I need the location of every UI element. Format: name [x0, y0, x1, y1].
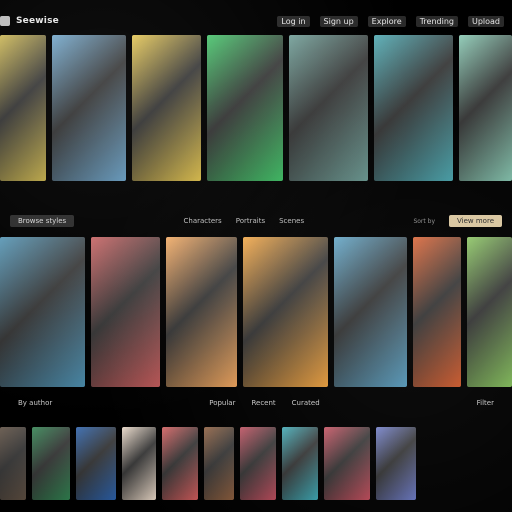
menu-item-login[interactable]: Log in	[277, 15, 310, 27]
menu-item-trending[interactable]: Trending	[415, 15, 458, 27]
gallery-card[interactable]	[374, 35, 454, 181]
gallery-card[interactable]	[51, 35, 126, 181]
tab-popular[interactable]: Popular	[209, 399, 235, 407]
thumbnail[interactable]	[376, 427, 416, 500]
top-bar: Seewise Log in Sign up Explore Trending …	[0, 0, 512, 34]
top-menu: Log in Sign up Explore Trending Upload	[277, 13, 504, 29]
thumbnail-row	[0, 427, 512, 500]
gallery-card[interactable]	[413, 237, 461, 387]
browse-styles-button[interactable]: Browse styles	[10, 215, 75, 227]
thumbnail[interactable]	[204, 427, 234, 500]
gallery-row-2	[0, 237, 512, 387]
gallery-card[interactable]	[288, 35, 369, 181]
filter-label[interactable]: Filter	[477, 399, 494, 407]
toolbar-band-2: By author Popular Recent Curated Filter	[0, 392, 512, 414]
gallery-card[interactable]	[207, 35, 283, 181]
thumbnail[interactable]	[76, 427, 116, 500]
gallery-card[interactable]	[0, 237, 85, 387]
view-more-button[interactable]: View more	[449, 215, 502, 227]
toolbar-band-1: Browse styles Characters Portraits Scene…	[0, 205, 512, 237]
gallery-row-1	[0, 35, 512, 181]
sort-tabs: Popular Recent Curated	[209, 399, 319, 407]
thumbnail[interactable]	[32, 427, 70, 500]
menu-item-signup[interactable]: Sign up	[319, 15, 358, 27]
gallery-card[interactable]	[131, 35, 202, 181]
gallery-card[interactable]	[90, 237, 161, 387]
menu-item-explore[interactable]: Explore	[367, 15, 406, 27]
thumbnail[interactable]	[324, 427, 370, 500]
gallery-card[interactable]	[459, 35, 512, 181]
category-link[interactable]: Portraits	[236, 217, 265, 225]
menu-item-upload[interactable]: Upload	[467, 15, 504, 27]
author-filter-label[interactable]: By author	[18, 399, 52, 407]
sort-label: Sort by	[413, 217, 436, 225]
thumbnail[interactable]	[0, 427, 26, 500]
gallery-card[interactable]	[0, 35, 46, 181]
gallery-card[interactable]	[243, 237, 329, 387]
brand-logo-icon	[0, 16, 10, 26]
category-link[interactable]: Scenes	[279, 217, 304, 225]
category-link[interactable]: Characters	[184, 217, 222, 225]
thumbnail[interactable]	[122, 427, 156, 500]
thumbnail[interactable]	[162, 427, 198, 500]
tab-curated[interactable]: Curated	[292, 399, 320, 407]
gallery-card[interactable]	[334, 237, 408, 387]
brand[interactable]: Seewise	[0, 12, 59, 30]
sort-controls: Sort by View more	[413, 215, 502, 227]
tab-recent[interactable]: Recent	[251, 399, 275, 407]
gallery-card[interactable]	[466, 237, 512, 387]
thumbnail[interactable]	[282, 427, 318, 500]
thumbnail[interactable]	[240, 427, 276, 500]
category-links: Characters Portraits Scenes	[184, 217, 305, 225]
brand-name: Seewise	[16, 16, 59, 26]
gallery-card[interactable]	[166, 237, 238, 387]
